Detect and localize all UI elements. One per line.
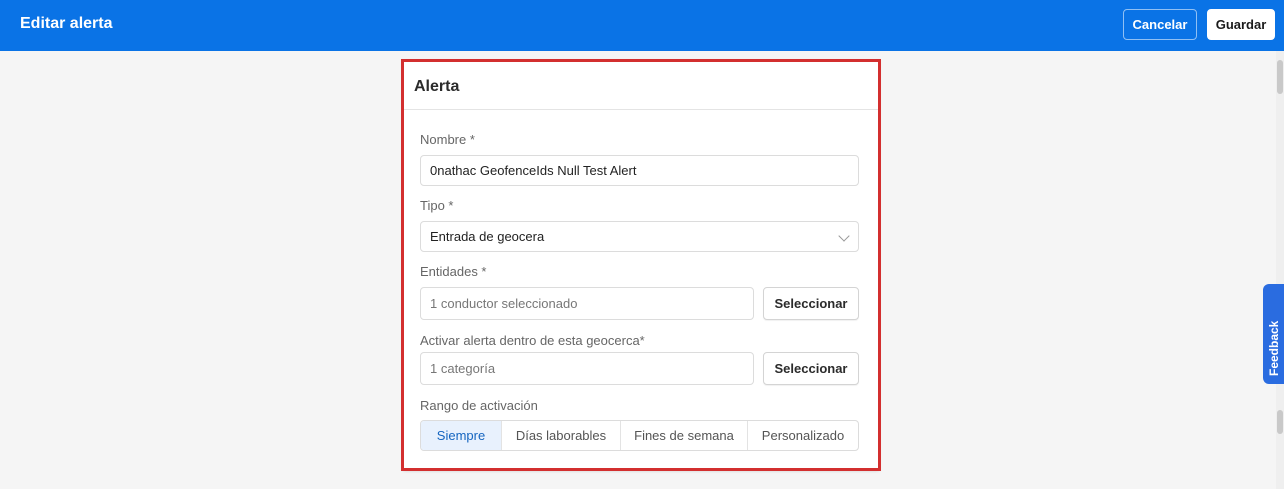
scrollbar-thumb-lower[interactable] <box>1277 410 1283 434</box>
name-input[interactable]: 0nathac GeofenceIds Null Test Alert <box>420 155 859 186</box>
top-bar: Editar alerta Cancelar Guardar <box>0 0 1284 51</box>
card-header: Alerta <box>403 60 879 110</box>
card-title: Alerta <box>414 78 460 95</box>
range-label: Rango de activación <box>420 398 538 413</box>
range-option-custom[interactable]: Personalizado <box>747 421 858 450</box>
type-select-value: Entrada de geocera <box>430 229 545 244</box>
alert-card: Alerta Nombre * 0nathac GeofenceIds Null… <box>403 60 879 470</box>
range-option-weekdays[interactable]: Días laborables <box>501 421 620 450</box>
range-option-always[interactable]: Siempre <box>421 421 501 450</box>
geofence-field[interactable]: 1 categoría <box>420 352 754 385</box>
page-title: Editar alerta <box>20 15 113 32</box>
cancel-button[interactable]: Cancelar <box>1123 9 1197 40</box>
entities-label: Entidades * <box>420 264 487 279</box>
scrollbar-thumb[interactable] <box>1277 60 1283 94</box>
range-option-weekends[interactable]: Fines de semana <box>620 421 747 450</box>
geofence-label: Activar alerta dentro de esta geocerca* <box>420 333 645 348</box>
select-entities-button[interactable]: Seleccionar <box>763 287 859 320</box>
type-label: Tipo * <box>420 198 454 213</box>
entities-field-value: 1 conductor seleccionado <box>430 296 578 311</box>
save-button[interactable]: Guardar <box>1207 9 1275 40</box>
activation-range-segmented: Siempre Días laborables Fines de semana … <box>420 420 859 451</box>
entities-field[interactable]: 1 conductor seleccionado <box>420 287 754 320</box>
type-select[interactable]: Entrada de geocera <box>420 221 859 252</box>
name-label: Nombre * <box>420 132 475 147</box>
geofence-field-value: 1 categoría <box>430 361 496 376</box>
select-geofence-button[interactable]: Seleccionar <box>763 352 859 385</box>
feedback-label: Feedback <box>1267 320 1281 376</box>
feedback-tab[interactable]: Feedback <box>1263 284 1284 384</box>
chevron-down-icon <box>838 230 850 242</box>
name-input-value: 0nathac GeofenceIds Null Test Alert <box>430 163 637 178</box>
